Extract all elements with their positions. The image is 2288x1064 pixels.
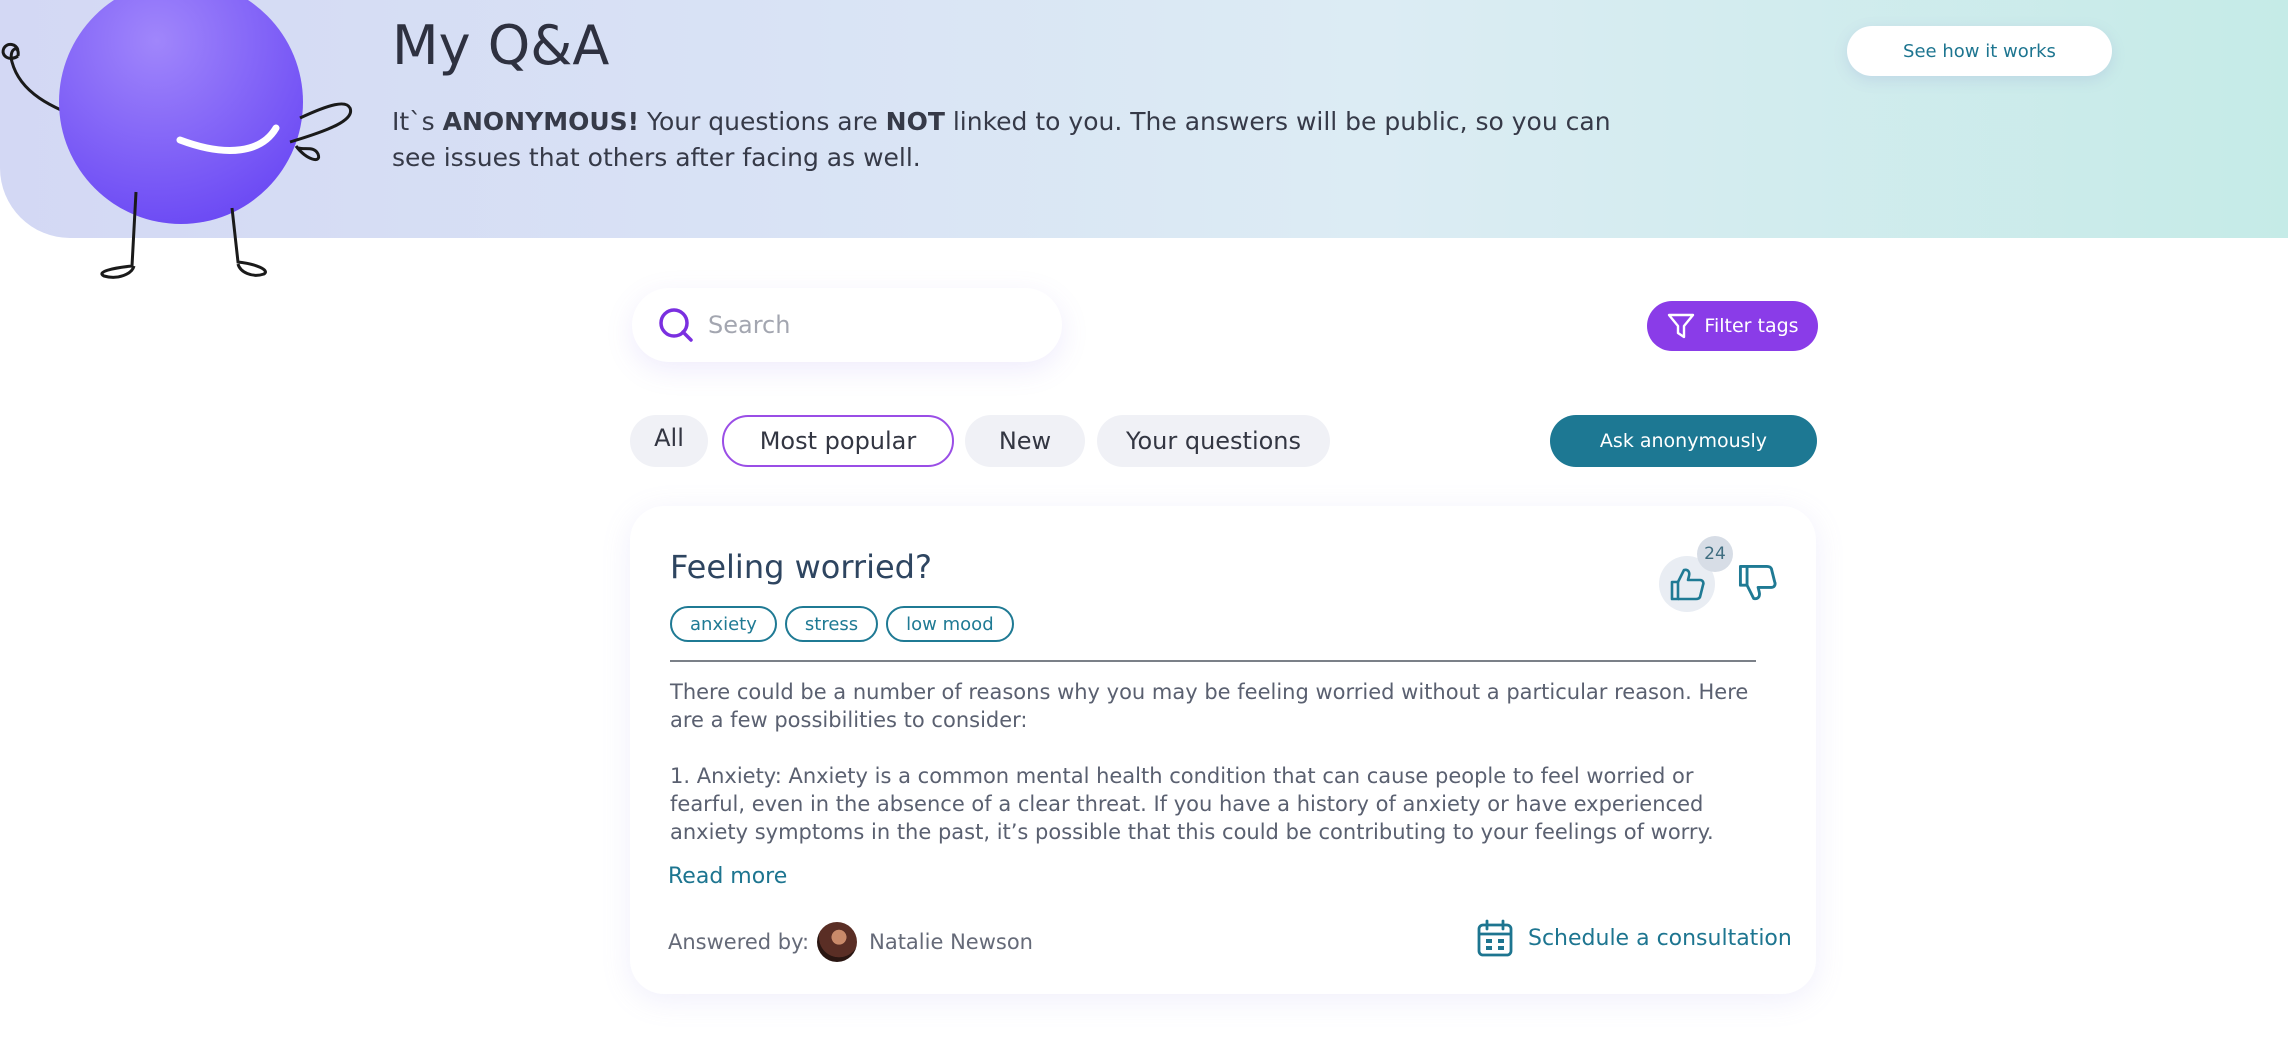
thumbs-up-icon: [1670, 568, 1705, 601]
filter-tags-label: Filter tags: [1704, 315, 1799, 337]
tag-stress[interactable]: stress: [784, 606, 879, 642]
filter-tags-button[interactable]: Filter tags: [1647, 301, 1818, 351]
answer-paragraph: 1. Anxiety: Anxiety is a common mental h…: [670, 764, 1714, 844]
tab-new[interactable]: New: [965, 415, 1085, 467]
search-box[interactable]: [632, 288, 1062, 362]
mascot-illustration: [1, 0, 353, 279]
answer-text: There could be a number of reasons why y…: [670, 678, 1765, 874]
calendar-icon: [1477, 919, 1513, 957]
tag-anxiety[interactable]: anxiety: [670, 606, 777, 642]
intro-text: It`s ANONYMOUS! Your questions are NOT l…: [392, 107, 1611, 172]
answerer-name: Natalie Newson: [869, 930, 1033, 954]
search-input[interactable]: [706, 310, 1036, 340]
schedule-consultation-link[interactable]: Schedule a consultation: [1476, 918, 1792, 958]
tag-list: anxiety stress low mood: [670, 606, 1014, 642]
filter-icon: [1668, 313, 1695, 339]
see-how-it-works-button[interactable]: See how it works: [1847, 26, 2112, 76]
read-more-link[interactable]: Read more: [668, 864, 787, 889]
avatar: [817, 922, 858, 962]
answer-paragraph: There could be a number of reasons why y…: [670, 680, 1749, 732]
tab-all[interactable]: All: [630, 415, 708, 467]
tab-most-popular[interactable]: Most popular: [722, 415, 954, 467]
ask-anonymously-button[interactable]: Ask anonymously: [1550, 415, 1817, 467]
like-count-badge: 24: [1697, 536, 1733, 572]
divider: [670, 660, 1756, 662]
schedule-consultation-label: Schedule a consultation: [1528, 925, 1792, 951]
answered-by-label: Answered by:: [668, 930, 810, 954]
thumbs-down-icon[interactable]: [1736, 562, 1778, 604]
search-icon: [659, 308, 693, 342]
tab-your-questions[interactable]: Your questions: [1097, 415, 1330, 467]
question-title: Feeling worried?: [670, 548, 932, 586]
answered-by: Answered by: Natalie Newson: [668, 922, 1033, 962]
page-title: My Q&A: [392, 14, 610, 77]
tag-low-mood[interactable]: low mood: [886, 606, 1014, 642]
question-card: Feeling worried? anxiety stress low mood…: [630, 506, 1816, 994]
